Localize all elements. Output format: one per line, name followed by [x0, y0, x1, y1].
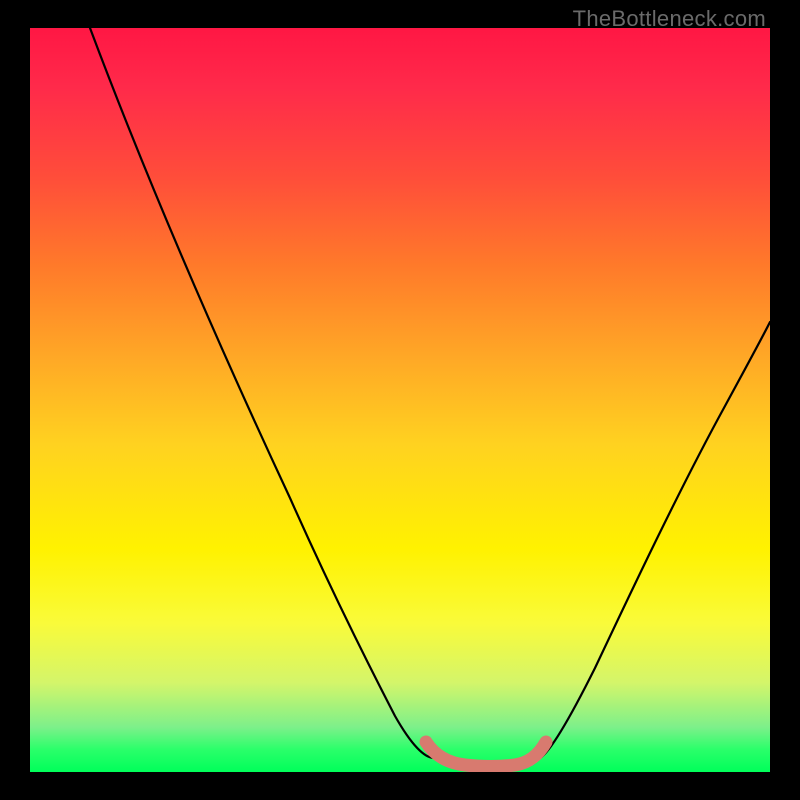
curve-right — [540, 322, 770, 758]
chart-container: TheBottleneck.com — [0, 0, 800, 800]
valley-floor — [426, 742, 546, 767]
chart-svg — [30, 28, 770, 772]
plot-area — [30, 28, 770, 772]
curve-left — [90, 28, 434, 758]
